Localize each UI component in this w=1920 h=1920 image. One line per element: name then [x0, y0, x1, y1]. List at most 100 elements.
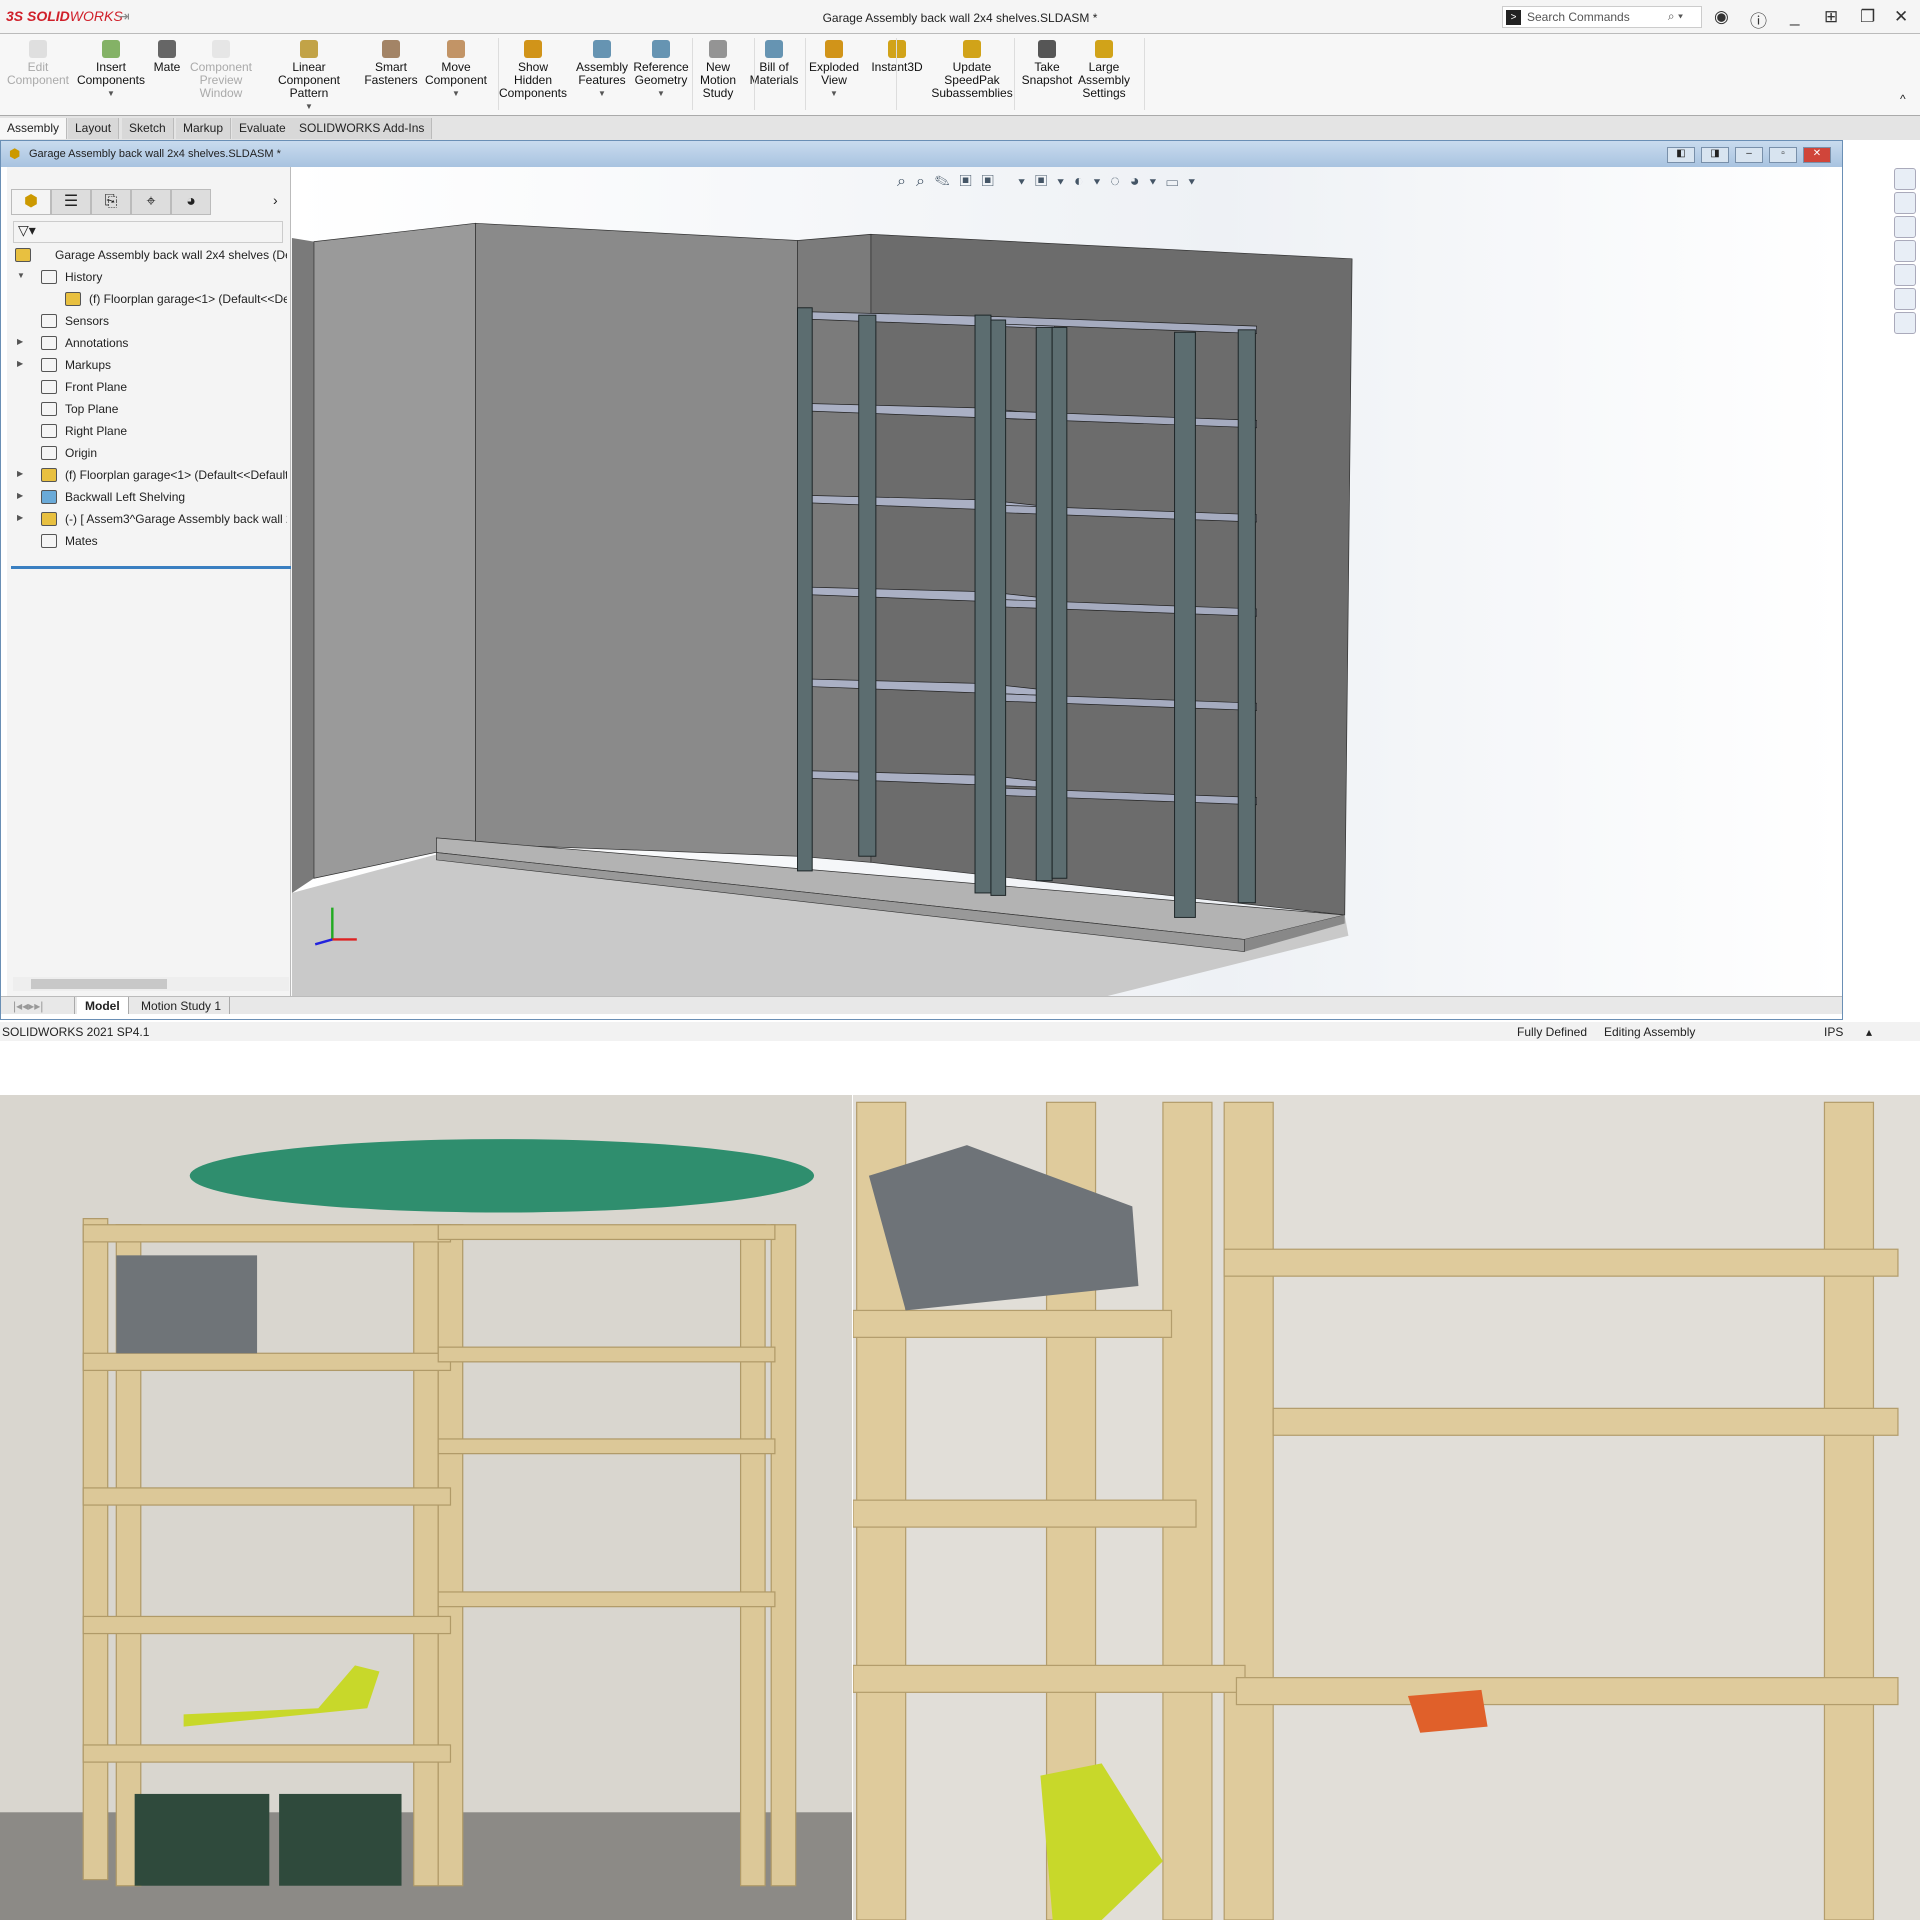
restore-icon[interactable]: ❐	[1860, 7, 1875, 27]
dropdown-arrow-icon[interactable]: ▼	[789, 87, 879, 100]
bom-icon	[765, 40, 783, 58]
component-preview-window-button[interactable]: Component Preview Window	[176, 40, 266, 100]
collapse-arrow-icon[interactable]: ▶	[17, 337, 27, 346]
tree-node[interactable]: Garage Assembly back wall 2x4 shelves (D…	[7, 245, 287, 265]
folder-icon	[41, 490, 57, 504]
chevron-right-icon[interactable]: ›	[273, 192, 278, 208]
tree-node[interactable]: ▶ (-) [ Assem3^Garage Assembly back wall …	[7, 509, 287, 529]
tree-node-label: Front Plane	[65, 380, 128, 394]
tab-markup[interactable]: Markup	[176, 118, 232, 139]
minimize-icon[interactable]: _	[1790, 7, 1799, 27]
tab-assembly[interactable]: Assembly	[0, 118, 68, 139]
tab-model[interactable]: Model	[77, 997, 129, 1014]
collapse-ribbon-icon[interactable]: ^	[1900, 92, 1906, 106]
exploded-view-icon	[825, 40, 843, 58]
tree-node[interactable]: ▶ Markups	[7, 355, 287, 375]
search-commands-input[interactable]: > Search Commands ⌕ ▾	[1502, 6, 1702, 28]
doc-close-button[interactable]: ✕	[1803, 147, 1831, 163]
shelf	[437, 1224, 776, 1241]
tab-solidworks-add-ins[interactable]: SOLIDWORKS Add-Ins	[292, 118, 433, 139]
collapse-arrow-icon[interactable]: ▶	[17, 359, 27, 368]
units-arrow-icon[interactable]: ▴	[1866, 1025, 1872, 1039]
tree-node[interactable]: Front Plane	[7, 377, 287, 397]
resources-icon[interactable]	[1894, 168, 1916, 190]
units-selector[interactable]: IPS	[1824, 1025, 1843, 1039]
user-icon[interactable]: ◉	[1714, 7, 1729, 27]
edit-component-icon	[29, 40, 47, 58]
dropdown-arrow-icon[interactable]: ▼	[66, 87, 156, 100]
back-wall-left	[475, 222, 798, 857]
heat-gun	[1407, 1689, 1488, 1733]
tree-node-label: History	[65, 270, 103, 284]
expand-arrow-icon[interactable]: ▼	[17, 271, 27, 280]
shelf-post	[1051, 326, 1068, 879]
dimxpert-tab[interactable]: ⌖	[131, 189, 171, 215]
file-explorer-icon[interactable]	[1894, 240, 1916, 262]
shelf-post	[974, 314, 992, 894]
collapse-arrow-icon[interactable]: ▶	[17, 513, 27, 522]
rollback-bar[interactable]	[11, 566, 291, 569]
tree-node[interactable]: Right Plane	[7, 421, 287, 441]
tab-evaluate[interactable]: Evaluate	[232, 118, 294, 139]
filter-icon[interactable]: ▽▾	[13, 221, 283, 243]
close-icon[interactable]: ✕	[1894, 7, 1908, 27]
home-icon[interactable]	[1894, 192, 1916, 214]
tree-node[interactable]: ▶ Annotations	[7, 333, 287, 353]
custom-properties-icon[interactable]	[1894, 312, 1916, 334]
model-tabs: |◂◂▸▸| Model Motion Study 1	[1, 996, 1842, 1014]
tree-node[interactable]: Mates	[7, 531, 287, 551]
featuremanager-tab[interactable]: ⬢	[11, 189, 51, 215]
tree-node[interactable]: ▶ Backwall Left Shelving	[7, 487, 287, 507]
tree-node[interactable]: ▼ History	[7, 267, 287, 287]
large-assembly-settings-button[interactable]: Large Assembly Settings	[1059, 40, 1149, 100]
ribbon-separator	[805, 38, 806, 110]
collapse-arrow-icon[interactable]: ▶	[17, 491, 27, 500]
part-icon	[65, 292, 81, 306]
tile-right-button[interactable]: ◨	[1701, 147, 1729, 163]
view-palette-icon[interactable]	[1894, 264, 1916, 286]
tab-scroll-arrows[interactable]: |◂◂▸▸|	[5, 997, 75, 1014]
ribbon-separator	[896, 38, 897, 110]
search-icon[interactable]: ⌕ ▾	[1668, 9, 1683, 24]
tree-node[interactable]: Sensors	[7, 311, 287, 331]
tree-node[interactable]: Origin	[7, 443, 287, 463]
tree-node[interactable]: ▶ (f) Floorplan garage<1> (Default<<Defau…	[7, 465, 287, 485]
configurationmanager-tab[interactable]: ⎘	[91, 189, 131, 215]
ribbon-separator	[754, 38, 755, 110]
plane-icon	[41, 380, 57, 394]
tree-node[interactable]: (f) Floorplan garage<1> (Default<<Def	[7, 289, 287, 309]
graphics-viewport[interactable]: ⌕⌕✎▣▣ ▾▣▾◐▾◌◕▾▭▾	[291, 167, 1839, 997]
tab-sketch[interactable]: Sketch	[122, 118, 174, 139]
propertymanager-tab[interactable]: ☰	[51, 189, 91, 215]
post	[770, 1224, 797, 1887]
ribbon-separator	[692, 38, 693, 110]
tile-icon[interactable]: ⊞	[1824, 7, 1838, 27]
collapse-arrow-icon[interactable]: ▶	[17, 469, 27, 478]
tab-motion-study-1[interactable]: Motion Study 1	[133, 997, 231, 1014]
dropdown-arrow-icon[interactable]: ▼	[264, 100, 354, 113]
tile-left-button[interactable]: ◧	[1667, 147, 1695, 163]
doc-minimize-button[interactable]: –	[1735, 147, 1763, 163]
shelf	[82, 1487, 452, 1506]
help-icon[interactable]: ⓘ	[1750, 7, 1767, 32]
show-hidden-icon	[524, 40, 542, 58]
shelf	[82, 1744, 452, 1763]
button-label: Move Component	[424, 60, 488, 87]
status-bar: SOLIDWORKS 2021 SP4.1 Fully Defined Edit…	[0, 1022, 1920, 1041]
tab-layout[interactable]: Layout	[68, 118, 120, 139]
display-manager-tab[interactable]: ◕	[171, 189, 211, 215]
tree-node-label: Annotations	[65, 336, 129, 350]
fasteners-icon	[382, 40, 400, 58]
linear-component-pattern-button[interactable]: Linear Component Pattern ▼	[264, 40, 354, 113]
horizontal-scrollbar[interactable]	[13, 977, 289, 991]
markups-folder-icon	[41, 358, 57, 372]
shelf	[82, 1615, 452, 1635]
button-label: Large Assembly Settings	[1077, 60, 1130, 100]
appearances-icon[interactable]	[1894, 288, 1916, 310]
assembly-icon: ⬢	[9, 146, 21, 161]
command-prompt-icon: >	[1506, 10, 1521, 25]
tree-node[interactable]: Top Plane	[7, 399, 287, 419]
doc-maximize-button[interactable]: ▫	[1769, 147, 1797, 163]
ribbon-separator	[498, 38, 499, 110]
design-library-icon[interactable]	[1894, 216, 1916, 238]
